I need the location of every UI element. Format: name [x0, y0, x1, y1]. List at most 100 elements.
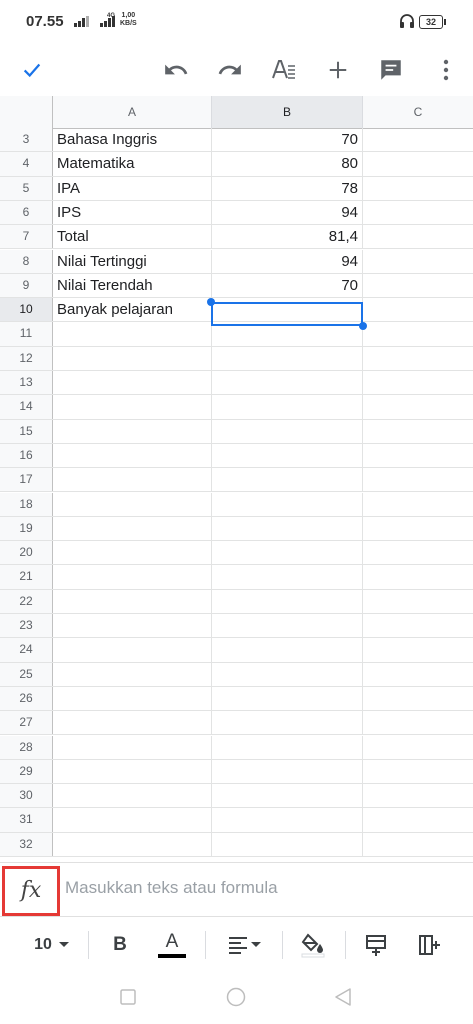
- cell-b[interactable]: [212, 808, 363, 832]
- fx-function-button[interactable]: fx: [2, 866, 60, 916]
- cell-c[interactable]: [363, 590, 473, 613]
- cell-c[interactable]: [363, 250, 473, 273]
- cell-b[interactable]: [212, 443, 363, 468]
- cell-b[interactable]: 94: [212, 200, 363, 225]
- cell-b[interactable]: [212, 832, 363, 856]
- cell-b[interactable]: [212, 638, 363, 662]
- cell-a[interactable]: [53, 589, 212, 613]
- cell-c[interactable]: [363, 468, 473, 491]
- plus-icon[interactable]: [322, 54, 354, 86]
- cell-b[interactable]: [212, 419, 363, 443]
- cell-c[interactable]: [363, 371, 473, 394]
- cell-a[interactable]: Nilai Terendah: [53, 273, 212, 298]
- row-header[interactable]: 22: [0, 589, 53, 613]
- row-header[interactable]: 30: [0, 784, 53, 808]
- cell-a[interactable]: [53, 808, 212, 832]
- column-header-a[interactable]: A: [53, 96, 212, 128]
- cell-a[interactable]: Matematika: [53, 152, 212, 176]
- cell-b[interactable]: 80: [212, 152, 363, 176]
- cell-c[interactable]: [363, 663, 473, 686]
- cell-a[interactable]: [53, 832, 212, 856]
- cell-a[interactable]: [53, 541, 212, 565]
- cell-b[interactable]: [212, 565, 363, 589]
- fill-color-button[interactable]: [296, 929, 330, 961]
- row-header[interactable]: 3: [0, 128, 53, 152]
- row-header[interactable]: 5: [0, 176, 53, 200]
- spreadsheet-grid[interactable]: A B C 3 Bahasa Inggris 70 4 Matematika 80 5 IPA…: [0, 96, 473, 862]
- row-header[interactable]: 21: [0, 565, 53, 589]
- cell-c[interactable]: [363, 152, 473, 175]
- cell-b[interactable]: 70: [212, 128, 363, 152]
- cell-c[interactable]: [363, 736, 473, 759]
- more-vert-icon[interactable]: [430, 54, 462, 86]
- cell-c[interactable]: [363, 638, 473, 661]
- insert-column-button[interactable]: [413, 929, 445, 961]
- cell-a[interactable]: Nilai Tertinggi: [53, 249, 212, 273]
- check-icon[interactable]: [16, 54, 48, 86]
- insert-row-button[interactable]: [360, 929, 392, 961]
- row-header[interactable]: 11: [0, 322, 53, 346]
- cell-c[interactable]: [363, 395, 473, 418]
- cell-a[interactable]: IPS: [53, 200, 212, 225]
- column-header-c[interactable]: C: [363, 96, 473, 128]
- cell-c[interactable]: [363, 420, 473, 443]
- cell-a[interactable]: [53, 662, 212, 686]
- comment-icon[interactable]: [375, 54, 407, 86]
- cell-b[interactable]: [212, 468, 363, 492]
- cell-c[interactable]: [363, 322, 473, 345]
- cell-a[interactable]: [53, 614, 212, 638]
- row-header[interactable]: 18: [0, 492, 53, 516]
- cell-a[interactable]: [53, 492, 212, 516]
- cell-a[interactable]: [53, 346, 212, 370]
- row-header[interactable]: 6: [0, 200, 53, 225]
- row-header[interactable]: 23: [0, 614, 53, 638]
- cell-c[interactable]: [363, 541, 473, 564]
- cell-a[interactable]: [53, 468, 212, 492]
- align-dropdown[interactable]: [222, 929, 266, 961]
- cell-c[interactable]: [363, 760, 473, 783]
- cell-b[interactable]: [212, 662, 363, 686]
- cell-a[interactable]: Banyak pelajaran: [53, 298, 212, 322]
- cell-b[interactable]: [212, 589, 363, 613]
- cell-c[interactable]: [363, 298, 473, 321]
- recents-icon[interactable]: [120, 989, 136, 1010]
- row-header[interactable]: 9: [0, 273, 53, 298]
- cell-a[interactable]: [53, 565, 212, 589]
- cell-b[interactable]: [212, 711, 363, 735]
- cell-a[interactable]: [53, 759, 212, 784]
- row-header[interactable]: 28: [0, 735, 53, 759]
- cell-b[interactable]: 70: [212, 273, 363, 298]
- cell-c[interactable]: [363, 444, 473, 467]
- row-header[interactable]: 12: [0, 346, 53, 370]
- cell-c[interactable]: [363, 225, 473, 248]
- cell-a[interactable]: [53, 516, 212, 541]
- cell-c[interactable]: [363, 687, 473, 710]
- row-header[interactable]: 4: [0, 152, 53, 176]
- row-header[interactable]: 26: [0, 686, 53, 711]
- row-header[interactable]: 27: [0, 711, 53, 735]
- row-header[interactable]: 14: [0, 395, 53, 419]
- cell-b[interactable]: [212, 686, 363, 711]
- cell-b[interactable]: [212, 371, 363, 395]
- cell-b[interactable]: [212, 346, 363, 370]
- undo-icon[interactable]: [160, 54, 192, 86]
- home-icon[interactable]: [226, 987, 246, 1012]
- row-header[interactable]: 8: [0, 249, 53, 273]
- cell-c[interactable]: [363, 614, 473, 637]
- cell-c[interactable]: [363, 833, 473, 856]
- cell-a[interactable]: [53, 638, 212, 662]
- row-header[interactable]: 29: [0, 759, 53, 784]
- cell-selection-b10[interactable]: [211, 302, 363, 326]
- cell-a[interactable]: [53, 443, 212, 468]
- row-header[interactable]: 20: [0, 541, 53, 565]
- row-header[interactable]: 10: [0, 298, 53, 322]
- cell-c[interactable]: [363, 711, 473, 734]
- row-header[interactable]: 15: [0, 419, 53, 443]
- cell-c[interactable]: [363, 784, 473, 807]
- back-icon[interactable]: [335, 988, 351, 1011]
- cell-b[interactable]: 94: [212, 249, 363, 273]
- cell-b[interactable]: [212, 784, 363, 808]
- cell-a[interactable]: Bahasa Inggris: [53, 128, 212, 152]
- row-header[interactable]: 17: [0, 468, 53, 492]
- cell-b[interactable]: 81,4: [212, 225, 363, 249]
